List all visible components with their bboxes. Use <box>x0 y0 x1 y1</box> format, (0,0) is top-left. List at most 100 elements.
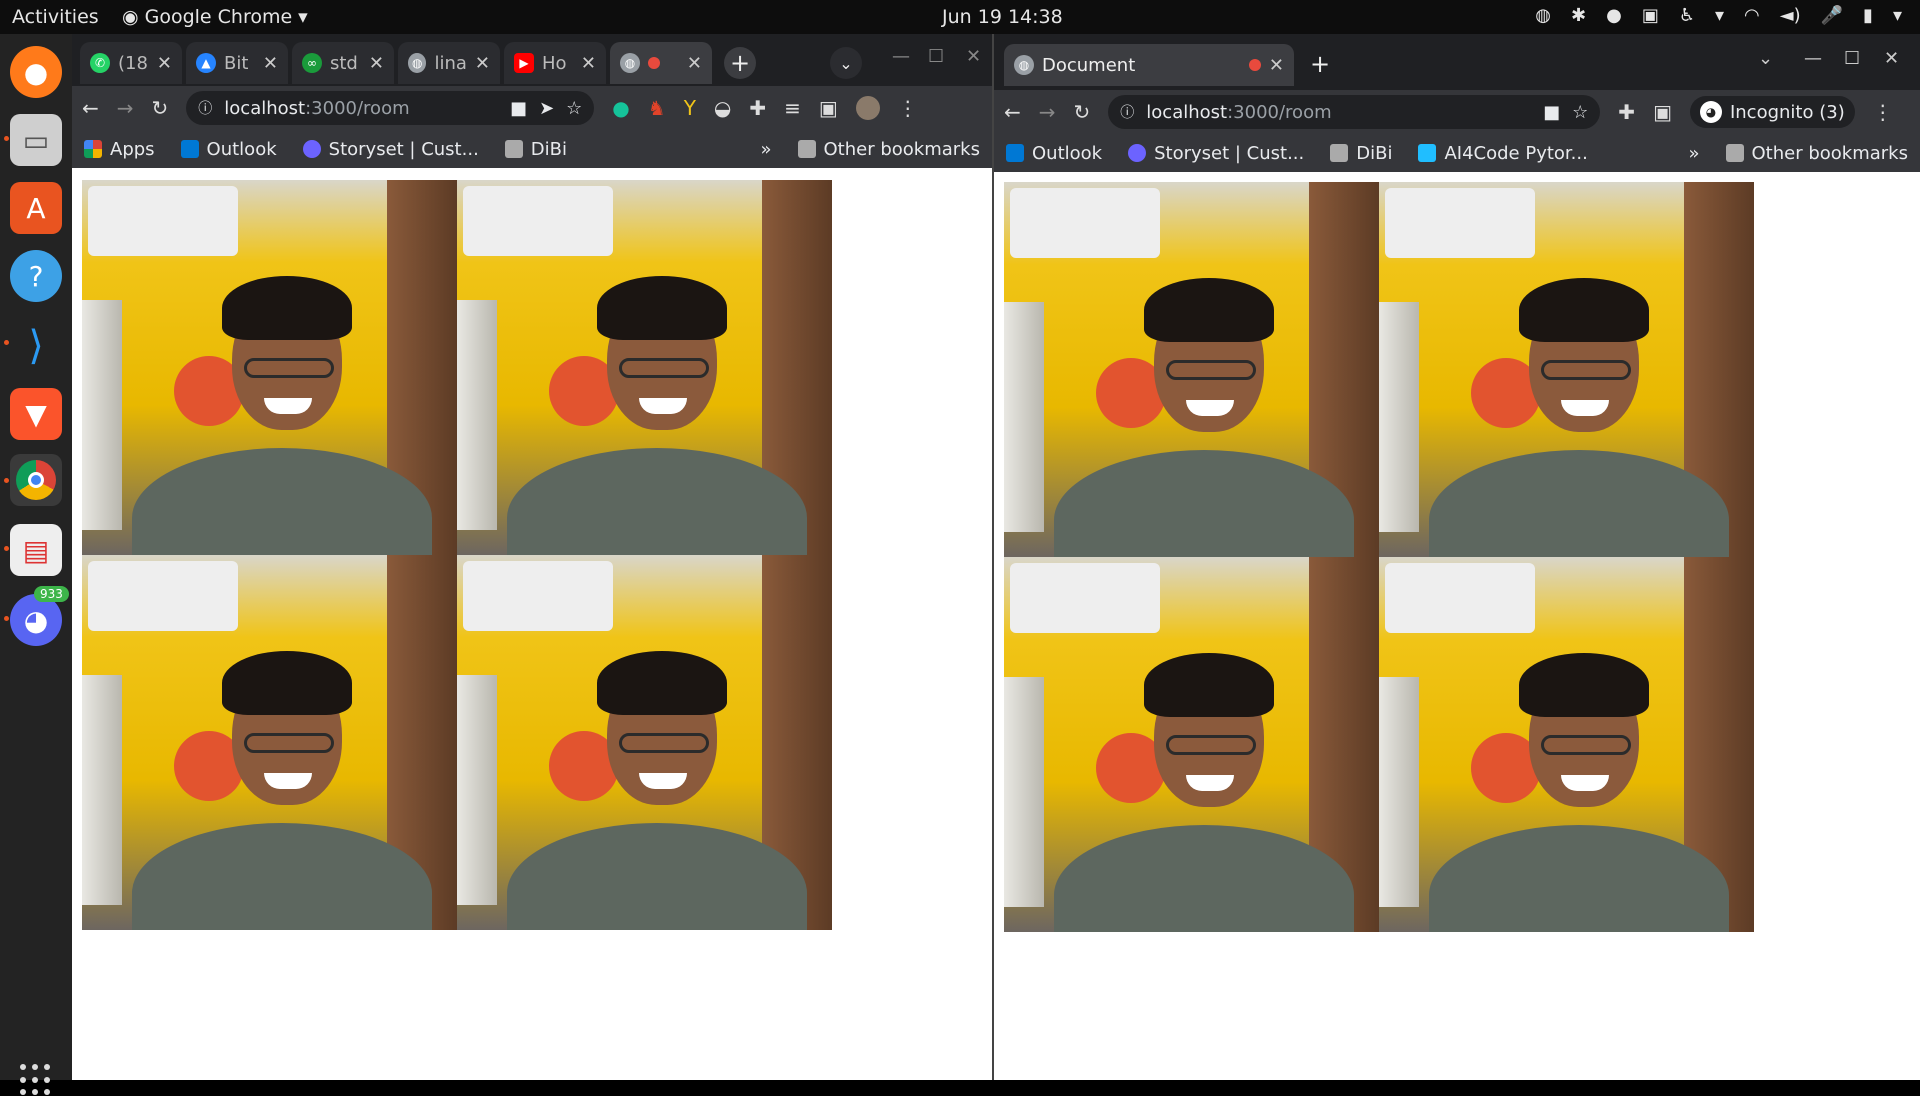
more-bookmarks-button[interactable]: » <box>1689 143 1700 164</box>
incognito-profile-button[interactable]: ◕ Incognito (3) <box>1689 96 1855 128</box>
menu-icon[interactable]: ⋮ <box>1873 100 1893 124</box>
extension-red-icon[interactable]: ♞ <box>648 96 666 120</box>
extension-icon[interactable]: ◒ <box>714 96 731 120</box>
screen-tray-icon[interactable]: ▣ <box>1642 5 1659 26</box>
avatar[interactable] <box>855 96 880 120</box>
address-bar[interactable]: ⓘ localhost:3000/room ■ ☆ <box>1108 95 1601 129</box>
browser-toolbar: ← → ↻ ⓘ localhost:3000/room ■ ☆ ✚ ▣ ◕ In… <box>994 90 1920 134</box>
new-tab-button[interactable]: + <box>724 47 756 79</box>
tab-youtube[interactable]: ▶ Ho ✕ <box>504 42 606 84</box>
bookmark-storyset[interactable]: Storyset | Cust... <box>1128 143 1304 164</box>
youtube-icon: ▶ <box>514 53 534 73</box>
minimize-button[interactable]: — <box>1804 48 1822 69</box>
activities-button[interactable]: Activities <box>12 6 99 28</box>
other-bookmarks[interactable]: Other bookmarks <box>1725 142 1908 164</box>
camera-icon[interactable]: ■ <box>1543 102 1560 123</box>
send-icon[interactable]: ➤ <box>539 98 554 119</box>
close-window-button[interactable]: ✕ <box>966 46 981 67</box>
camera-icon[interactable]: ■ <box>510 98 527 119</box>
running-indicator <box>4 136 9 141</box>
minimize-button[interactable]: — <box>892 46 910 67</box>
other-bookmarks-label: Other bookmarks <box>1751 142 1908 164</box>
battery-icon[interactable]: ▮ <box>1863 5 1873 26</box>
media-icon[interactable]: ≡ <box>784 96 801 120</box>
running-indicator <box>4 546 9 551</box>
close-icon[interactable]: ✕ <box>581 53 596 74</box>
system-tray[interactable]: ◍ ✱ ● ▣ ♿ ▾ ◠ ◄) 🎤 ▮ ▾ <box>1535 5 1902 26</box>
back-icon[interactable]: ← <box>82 96 99 120</box>
side-panel-icon[interactable]: ▣ <box>1653 100 1672 124</box>
tab-lina[interactable]: ◍ lina ✕ <box>398 42 500 84</box>
bitbucket-icon: ▲ <box>196 53 216 73</box>
bookmark-storyset[interactable]: Storyset | Cust... <box>302 139 479 160</box>
new-tab-button[interactable]: + <box>1304 48 1336 80</box>
close-icon[interactable]: ✕ <box>1269 55 1284 76</box>
back-icon[interactable]: ← <box>1004 100 1021 124</box>
chrome-icon[interactable] <box>10 454 62 506</box>
brave-icon[interactable]: ▼ <box>10 388 62 440</box>
puzzle-icon[interactable]: ✚ <box>1618 100 1635 124</box>
tab-label: (18 <box>118 52 148 74</box>
tab-whatsapp[interactable]: ✆ (18 ✕ <box>80 42 182 84</box>
tab-document[interactable]: ◍ Document ✕ <box>1004 44 1294 86</box>
close-icon[interactable]: ✕ <box>687 53 702 74</box>
chevron-down-icon[interactable]: ▾ <box>1715 5 1724 26</box>
maximize-button[interactable]: ☐ <box>928 46 944 67</box>
show-applications-icon[interactable] <box>20 1064 52 1096</box>
outlook-icon <box>1006 144 1024 162</box>
software-center-icon[interactable]: A <box>10 182 62 234</box>
bookmark-outlook[interactable]: Outlook <box>1006 143 1102 164</box>
microphone-icon[interactable]: 🎤 <box>1821 5 1843 26</box>
more-bookmarks-button[interactable]: » <box>761 139 772 160</box>
document-viewer-icon[interactable]: ▤ <box>10 524 62 576</box>
discord-tray-icon[interactable]: ◍ <box>1535 5 1551 26</box>
extension-y-icon[interactable]: Y <box>684 96 696 120</box>
close-window-button[interactable]: ✕ <box>1884 48 1899 69</box>
clock[interactable]: Jun 19 14:38 <box>942 6 1063 28</box>
slack-tray-icon[interactable]: ✱ <box>1571 5 1586 26</box>
forward-icon[interactable]: → <box>1039 100 1056 124</box>
firefox-icon[interactable]: ● <box>10 46 62 98</box>
bookmark-dibi[interactable]: DiBi <box>1330 143 1392 164</box>
close-icon[interactable]: ✕ <box>369 53 384 74</box>
bookmarks-bar: Apps Outlook Storyset | Cust... DiBi » O… <box>72 130 992 168</box>
close-icon[interactable]: ✕ <box>157 53 172 74</box>
tab-search-button[interactable]: ⌄ <box>1758 48 1773 69</box>
bookmarks-bar: Outlook Storyset | Cust... DiBi AI4Code … <box>994 134 1920 172</box>
tab-search-button[interactable]: ⌄ <box>830 47 862 79</box>
bookmark-outlook[interactable]: Outlook <box>180 139 277 160</box>
star-icon[interactable]: ☆ <box>566 98 582 119</box>
system-top-bar: Activities ◉ Google Chrome ▾ Jun 19 14:3… <box>0 0 1920 34</box>
reload-icon[interactable]: ↻ <box>1074 100 1091 124</box>
close-icon[interactable]: ✕ <box>475 53 490 74</box>
address-bar[interactable]: ⓘ localhost:3000/room ■ ➤ ☆ <box>186 91 595 125</box>
vscode-icon[interactable]: ⟩ <box>10 320 62 372</box>
tab-std[interactable]: ∞ std ✕ <box>292 42 394 84</box>
bookmark-apps[interactable]: Apps <box>84 139 155 160</box>
app-menu[interactable]: ◉ Google Chrome ▾ <box>122 6 308 28</box>
chevron-down-icon: ▾ <box>298 6 308 28</box>
files-icon[interactable]: ▭ <box>10 114 62 166</box>
star-icon[interactable]: ☆ <box>1572 102 1588 123</box>
wifi-icon[interactable]: ◠ <box>1744 5 1760 26</box>
menu-icon[interactable]: ⋮ <box>898 96 918 120</box>
other-bookmarks[interactable]: Other bookmarks <box>797 138 980 160</box>
record-tray-icon[interactable]: ● <box>1606 5 1622 26</box>
accessibility-icon[interactable]: ♿ <box>1679 5 1695 26</box>
recording-icon <box>1248 59 1261 71</box>
grammarly-icon[interactable]: ● <box>612 96 629 120</box>
side-panel-icon[interactable]: ▣ <box>819 96 838 120</box>
tab-room-active[interactable]: ◍ ✕ <box>610 42 712 84</box>
maximize-button[interactable]: ☐ <box>1844 48 1860 69</box>
help-icon[interactable]: ? <box>10 250 62 302</box>
tab-bitbucket[interactable]: ▲ Bit ✕ <box>186 42 288 84</box>
bookmark-ai4code[interactable]: AI4Code Pytor... <box>1418 143 1588 164</box>
close-icon[interactable]: ✕ <box>263 53 278 74</box>
bookmark-dibi[interactable]: DiBi <box>504 139 567 160</box>
forward-icon[interactable]: → <box>117 96 134 120</box>
other-bookmarks-label: Other bookmarks <box>823 138 980 160</box>
reload-icon[interactable]: ↻ <box>152 96 169 120</box>
volume-icon[interactable]: ◄) <box>1780 5 1801 26</box>
chevron-down-icon[interactable]: ▾ <box>1893 5 1902 26</box>
puzzle-icon[interactable]: ✚ <box>749 96 766 120</box>
